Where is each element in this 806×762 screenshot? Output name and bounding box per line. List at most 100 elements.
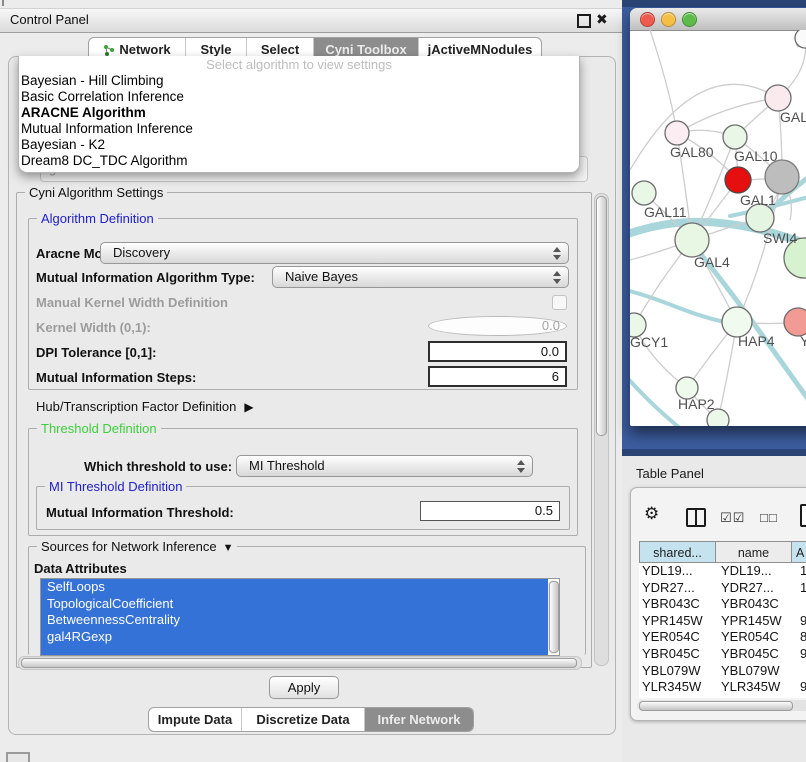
network-node[interactable] [765, 85, 791, 111]
table-row[interactable]: YER054CYER054C8. [639, 629, 806, 646]
panel-title: Control Panel [10, 12, 89, 27]
cell: YBL079W [639, 663, 718, 680]
mi-threshold-field[interactable]: 0.5 [420, 501, 560, 521]
node-label: GAL11 [644, 204, 687, 220]
node-label: GCY1 [630, 334, 668, 350]
table-row[interactable]: YLR345WYLR345W9. [639, 679, 806, 696]
network-window-titlebar[interactable] [630, 8, 806, 31]
network-node[interactable] [795, 30, 806, 48]
aracne-mode-combo[interactable]: Discovery [100, 242, 569, 264]
collapse-arrow-icon[interactable]: ▶ [244, 400, 253, 414]
network-node-gal10[interactable] [723, 125, 747, 149]
cyni-settings-title: Cyni Algorithm Settings [25, 185, 167, 200]
mi-type-combo[interactable]: Naive Bayes [272, 266, 569, 288]
network-node-gal80[interactable] [665, 121, 689, 145]
algorithm-option[interactable]: Mutual Information Inference [19, 121, 579, 137]
cell: YBL079W [718, 663, 797, 680]
minimized-panel-icon[interactable] [6, 752, 30, 762]
cyni-bottom-tabbar: Impute Data Discretize Data Infer Networ… [148, 707, 474, 732]
close-traffic-light-icon[interactable] [640, 12, 655, 27]
table-horizontal-scrollbar[interactable] [637, 700, 806, 711]
tab-infer-network[interactable]: Infer Network [364, 708, 473, 731]
list-item-partial[interactable] [41, 645, 548, 656]
network-node-gray[interactable] [765, 160, 799, 194]
settings-vertical-scrollbar[interactable] [594, 193, 609, 666]
highlighted-edges [630, 160, 806, 426]
gear-icon[interactable]: ⚙ [644, 505, 659, 523]
table-row[interactable]: YDL19...YDL19...13 [639, 563, 806, 580]
minimize-traffic-light-icon[interactable] [661, 12, 676, 27]
list-item[interactable]: TopologicalCoefficient [41, 596, 548, 613]
mi-steps-field[interactable]: 6 [428, 366, 567, 387]
zoom-traffic-light-icon[interactable] [682, 12, 697, 27]
cell: YIL052C [718, 696, 797, 698]
list-item[interactable]: SelfLoops [41, 579, 548, 596]
algorithm-definition-title: Algorithm Definition [37, 211, 158, 226]
list-item[interactable]: BetweennessCentrality [41, 612, 548, 629]
algorithm-option-selected[interactable]: ARACNE Algorithm [19, 105, 579, 121]
column-header-name[interactable]: name [716, 541, 792, 563]
aracne-mode-value: Discovery [113, 245, 170, 260]
which-threshold-combo[interactable]: MI Threshold [236, 455, 533, 477]
table-row[interactable]: YPR145WYPR145W9. [639, 613, 806, 630]
mi-threshold-label: Mutual Information Threshold: [46, 505, 234, 520]
settings-horizontal-scrollbar[interactable] [18, 656, 582, 670]
close-icon[interactable]: ✖ [596, 11, 608, 27]
cell: YLR345W [639, 679, 718, 696]
network-canvas[interactable]: GAL GAL80 GAL10 GAL1 GAL11 SWI4 GAL4 GCY… [630, 30, 806, 426]
manual-kernel-label: Manual Kernel Width Definition [36, 295, 228, 310]
select-all-icon[interactable]: ☑☑ [720, 510, 745, 526]
manual-kernel-checkbox[interactable] [552, 295, 567, 310]
cell: YBR043C [639, 596, 718, 613]
float-window-icon[interactable] [577, 14, 591, 28]
export-table-icon[interactable] [800, 504, 806, 527]
algorithm-option[interactable]: Dream8 DC_TDC Algorithm [19, 153, 579, 169]
algorithm-option[interactable]: Bayesian - K2 [19, 137, 579, 153]
tab-discretize-data[interactable]: Discretize Data [241, 708, 364, 731]
cell: 9. [797, 613, 806, 630]
network-node-gal4[interactable] [675, 223, 709, 257]
table-row[interactable]: YBR043CYBR043C [639, 596, 806, 613]
tab-impute-data[interactable]: Impute Data [149, 708, 241, 731]
which-threshold-value: MI Threshold [249, 458, 325, 473]
cell: YBR043C [718, 596, 797, 613]
deselect-all-icon[interactable]: □□ [760, 510, 778, 525]
expand-arrow-icon[interactable]: ▼ [223, 542, 234, 554]
list-scrollbar[interactable] [548, 580, 558, 654]
table-row[interactable]: YIL052CYIL052C9 [639, 696, 806, 698]
table-body: YDL19...YDL19...13 YDR27...YDR27...12 YB… [639, 563, 806, 698]
show-columns-icon[interactable] [686, 508, 706, 527]
cell: YBR045C [639, 646, 718, 663]
hub-definition-section[interactable]: Hub/Transcription Factor Definition ▶ [36, 399, 254, 414]
table-row[interactable]: YBL079WYBL079W [639, 663, 806, 680]
list-item[interactable]: gal4RGexp [41, 629, 548, 646]
hub-definition-label: Hub/Transcription Factor Definition [36, 399, 236, 414]
dpi-tolerance-label: DPI Tolerance [0,1]: [36, 345, 156, 360]
table-row[interactable]: YDR27...YDR27...12 [639, 580, 806, 597]
cell: 12 [797, 580, 806, 597]
kernel-width-field[interactable]: 0.0 [428, 316, 567, 336]
network-node-gal11[interactable] [632, 181, 656, 205]
dpi-tolerance-field[interactable]: 0.0 [428, 341, 567, 362]
table-row[interactable]: YBR045CYBR045C9. [639, 646, 806, 663]
desktop-top-strip [622, 0, 806, 7]
corner-tick [2, 0, 4, 6]
cell: YDL19... [639, 563, 718, 580]
cell: 13 [797, 563, 806, 580]
threshold-definition-title: Threshold Definition [37, 421, 161, 436]
algorithm-option[interactable]: Basic Correlation Inference [19, 89, 579, 105]
algorithm-option[interactable]: Bayesian - Hill Climbing [19, 73, 579, 89]
column-header-a[interactable]: A [792, 541, 806, 563]
sources-title: Sources for Network Inference▼ [37, 539, 237, 554]
node-label: GAL10 [734, 148, 778, 164]
cell: YBR045C [718, 646, 797, 663]
cell: YPR145W [718, 613, 797, 630]
network-node-swi4[interactable] [746, 204, 774, 232]
node-label: GAL4 [694, 254, 730, 270]
mi-type-label: Mutual Information Algorithm Type: [36, 270, 255, 285]
network-node-salmon[interactable] [784, 308, 806, 336]
apply-button[interactable]: Apply [269, 676, 339, 699]
column-header-shared[interactable]: shared... [639, 541, 716, 563]
table-panel-window: ⚙ ☑☑ □□ shared... name A YDL19...YDL19..… [630, 487, 806, 721]
network-node-selected-red[interactable] [725, 167, 751, 193]
